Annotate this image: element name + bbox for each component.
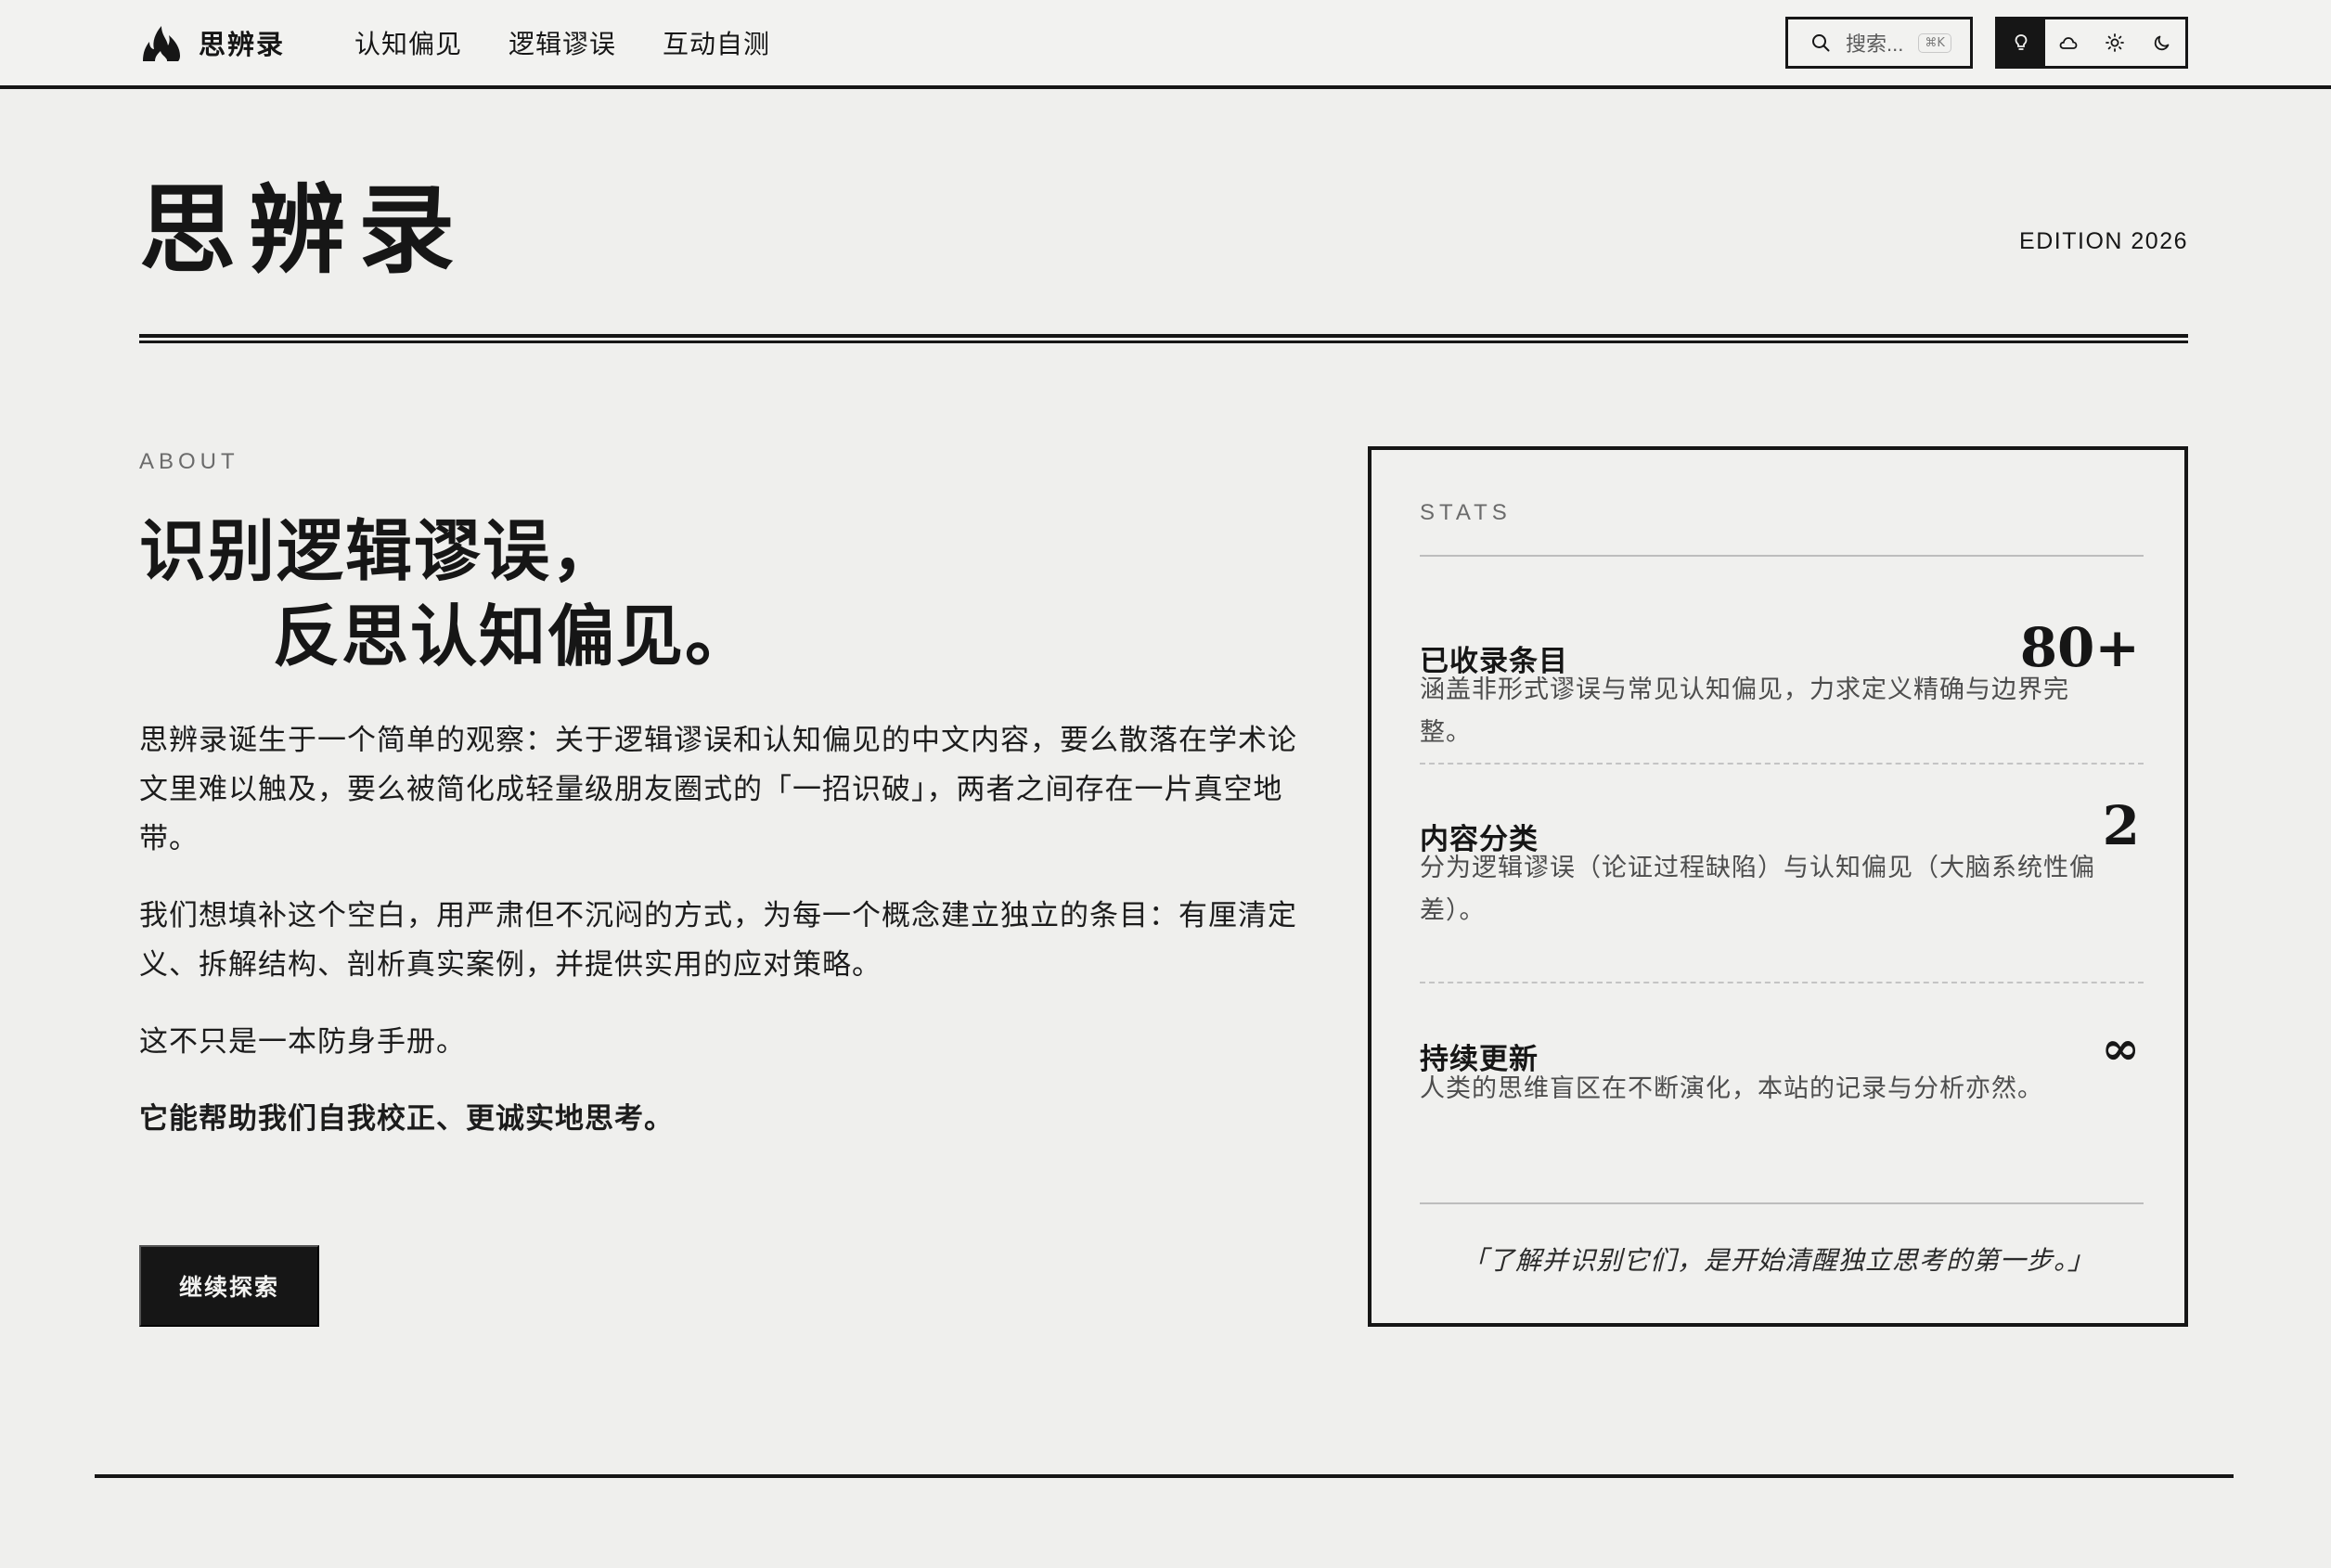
moon-icon xyxy=(2154,35,2170,51)
stats-divider xyxy=(1420,555,2144,557)
nav-cognitive-biases[interactable]: 认知偏见 xyxy=(354,24,462,61)
footer-divider xyxy=(95,1474,2234,1478)
bulb-icon xyxy=(2015,34,2028,50)
about-body: 思辨录诞生于一个简单的观察：关于逻辑谬误和认知偏见的中文内容，要么散落在学术论文… xyxy=(139,716,1308,1172)
about-paragraph: 我们想填补这个空白，用严肃但不沉闷的方式，为每一个概念建立独立的条目：有厘清定义… xyxy=(139,899,1297,982)
theme-sun-button[interactable] xyxy=(2092,19,2139,66)
stat-divider xyxy=(1420,763,2144,765)
search-box[interactable]: 搜索... ⌘K xyxy=(1785,17,1973,69)
search-shortcut-badge: ⌘K xyxy=(1918,32,1951,53)
stats-eyebrow: STATS xyxy=(1420,500,1512,525)
stats-card: STATS 已收录条目 80+ 涵盖非形式谬误与常见认知偏见，力求定义精确与边界… xyxy=(1368,446,2188,1327)
about-paragraph-emphasis: 它能帮助我们自我校正、更诚实地思考。 xyxy=(139,1102,674,1136)
theme-bulb-button[interactable] xyxy=(1998,19,2045,66)
main-nav: 认知偏见 逻辑谬误 互动自测 xyxy=(354,24,817,61)
nav-logical-fallacies[interactable]: 逻辑谬误 xyxy=(509,24,616,61)
masthead-divider xyxy=(139,334,2188,343)
cloud-icon xyxy=(2059,37,2078,49)
brand-name: 思辨录 xyxy=(199,29,286,60)
theme-moon-button[interactable] xyxy=(2139,19,2186,66)
search-placeholder: 搜索... xyxy=(1846,32,1904,56)
stats-quote: 「了解并识别它们，是开始清醒独立思考的第一步。」 xyxy=(1461,1245,2094,1276)
quote-divider xyxy=(1420,1202,2144,1204)
about-eyebrow: ABOUT xyxy=(139,449,239,474)
about-paragraph: 这不只是一本防身手册。 xyxy=(139,1025,466,1059)
masthead-title: 思辨录 xyxy=(139,173,469,287)
sun-icon xyxy=(2106,33,2125,52)
brand-link[interactable]: 思辨录 xyxy=(139,19,285,67)
about-headline: 识别逻辑谬误， 反思认知偏见。 xyxy=(139,508,753,679)
stat-value-entries: 80+ xyxy=(2019,616,2140,679)
search-icon xyxy=(1812,34,1830,52)
theme-cloud-button[interactable] xyxy=(2045,19,2093,66)
flame-logo-icon xyxy=(143,26,180,61)
headline-line-1: 识别逻辑谬误， xyxy=(139,511,621,590)
top-navigation-bar: 思辨录 认知偏见 逻辑谬误 互动自测 搜索... ⌘K xyxy=(0,0,2331,89)
stat-divider xyxy=(1420,982,2144,983)
theme-switcher xyxy=(1995,17,2188,69)
stat-desc-entries: 涵盖非形式谬误与常见认知偏见，力求定义精确与边界完整。 xyxy=(1420,675,2069,747)
stat-desc-updates: 人类的思维盲区在不断演化，本站的记录与分析亦然。 xyxy=(1420,1074,2043,1103)
edition-label: EDITION 2026 xyxy=(2019,228,2188,254)
headline-line-2: 反思认知偏见。 xyxy=(273,597,754,675)
stat-value-updates: ∞ xyxy=(2101,1021,2140,1075)
stat-desc-categories: 分为逻辑谬误（论证过程缺陷）与认知偏见（大脑系统性偏差）。 xyxy=(1420,854,2095,925)
nav-self-test[interactable]: 互动自测 xyxy=(663,24,770,61)
continue-explore-button[interactable]: 继续探索 xyxy=(139,1245,319,1327)
stat-value-categories: 2 xyxy=(2102,794,2140,857)
about-paragraph: 思辨录诞生于一个简单的观察：关于逻辑谬误和认知偏见的中文内容，要么散落在学术论文… xyxy=(139,724,1297,855)
